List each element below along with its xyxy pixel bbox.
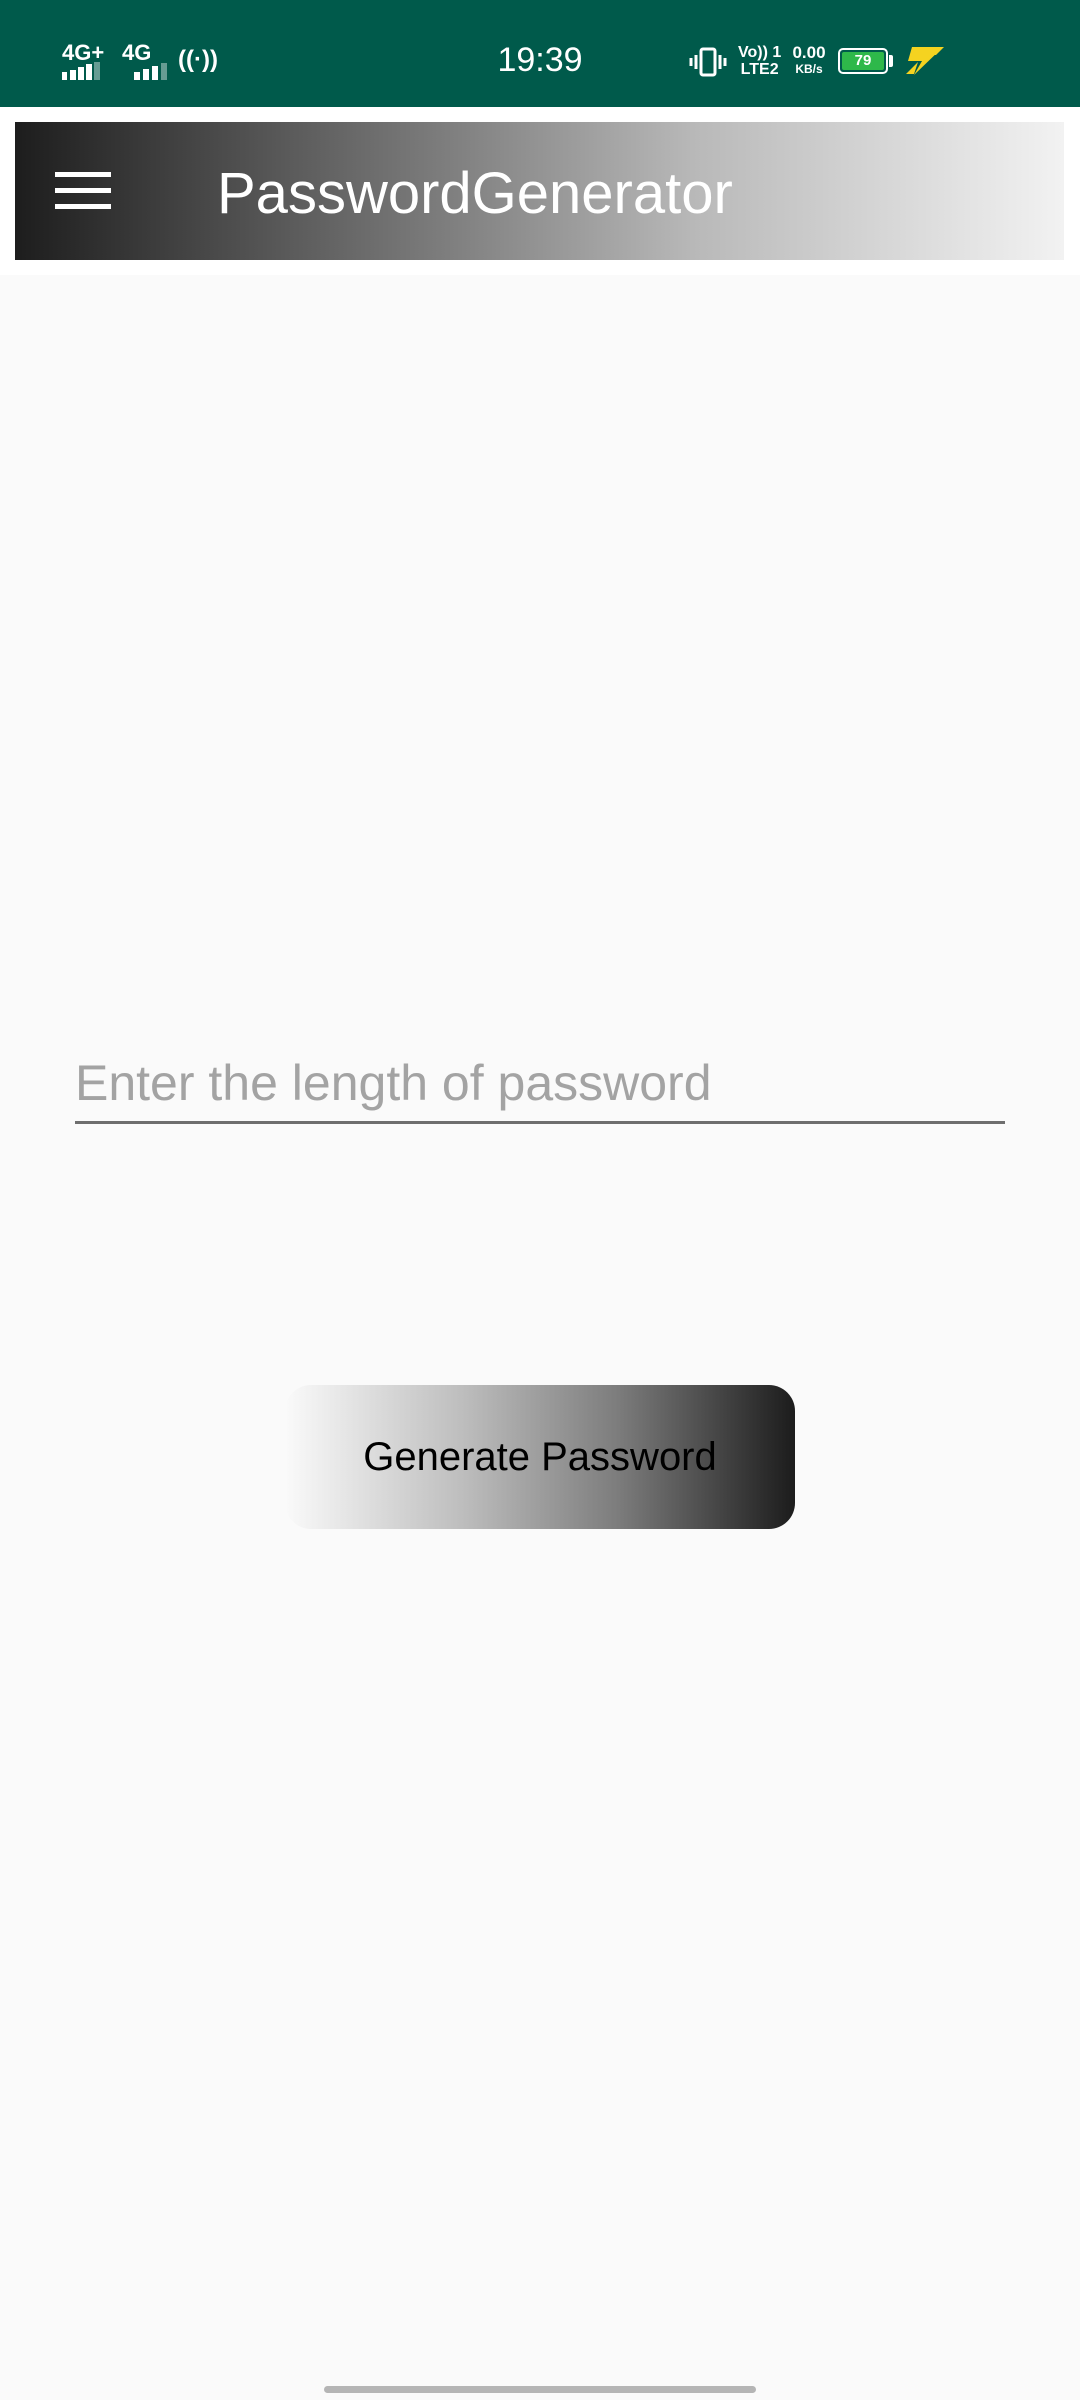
battery-tip xyxy=(889,55,893,67)
volte-label: Vo)) 1 xyxy=(738,44,782,61)
lte-label: LTE2 xyxy=(740,61,779,78)
generate-password-button[interactable]: Generate Password xyxy=(285,1385,795,1529)
app-bar: PasswordGenerator xyxy=(15,122,1064,260)
network-speed: 0.00 KB/s xyxy=(790,43,828,77)
status-time: 19:39 xyxy=(497,41,583,79)
network-type-sim1: 4G+ xyxy=(62,40,105,65)
password-length-input[interactable] xyxy=(75,1044,1005,1124)
battery-icon: 79 xyxy=(838,48,888,74)
charging-bolt-icon xyxy=(906,47,944,75)
app-bar-container: PasswordGenerator xyxy=(0,107,1080,275)
status-bar: 4G+ 4G ((·)) 19:39 Vo)) 1 LTE2 0.00 KB/s… xyxy=(0,0,1080,107)
network-type-sim2: 4G xyxy=(122,40,152,65)
hotspot-icon: ((·)) xyxy=(178,46,218,73)
navigation-handle[interactable] xyxy=(324,2386,756,2393)
vibrate-icon xyxy=(689,47,727,77)
volte-indicator: Vo)) 1 LTE2 xyxy=(738,44,781,78)
battery-level: 79 xyxy=(842,52,884,70)
app-title: PasswordGenerator xyxy=(217,161,733,226)
hamburger-menu-icon[interactable] xyxy=(55,166,115,216)
network-speed-unit: KB/s xyxy=(795,62,823,76)
network-speed-value: 0.00 xyxy=(792,43,826,62)
